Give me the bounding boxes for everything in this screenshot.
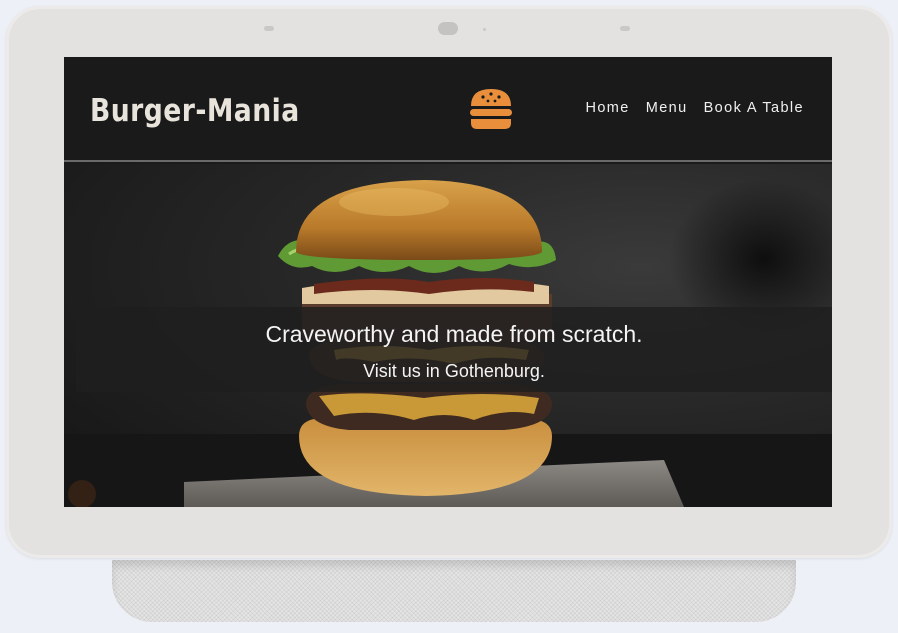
hero-subtitle: Visit us in Gothenburg. (363, 361, 545, 381)
fabric-stand (112, 560, 796, 622)
sensor-left (264, 26, 274, 31)
nav-menu-link[interactable]: Menu (646, 100, 688, 116)
brand-title[interactable]: Burger-Mania (90, 93, 300, 129)
site-header: Burger-Mania Home Menu Book A Table (64, 57, 832, 162)
hero-section: Craveworthy and made from scratch. Visit… (64, 164, 832, 507)
camera-icon (438, 22, 458, 35)
main-nav: Home Menu Book A Table (585, 100, 804, 116)
sensor-right (620, 26, 630, 31)
screen: Burger-Mania Home Menu Book A Table Crav… (64, 57, 832, 507)
hero-title: Craveworthy and made from scratch. (265, 321, 643, 347)
nav-home-link[interactable]: Home (585, 100, 629, 116)
hero-caption: Craveworthy and made from scratch. Visit… (76, 307, 832, 392)
indicator-light (483, 28, 486, 31)
nav-book-table-link[interactable]: Book A Table (704, 100, 804, 116)
burger-icon (470, 89, 512, 129)
